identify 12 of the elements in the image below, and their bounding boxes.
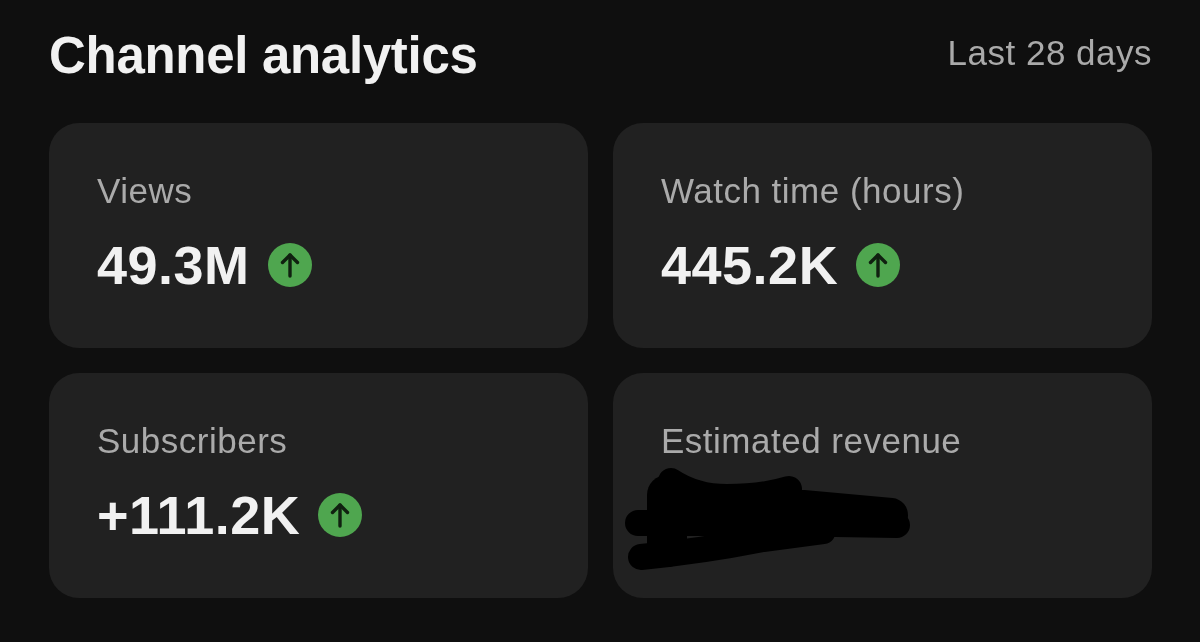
metric-label: Estimated revenue [661,420,962,463]
metric-value: 49.3M [97,233,250,297]
date-range-label: Last 28 days [947,31,1152,74]
metric-value: +111.2K [97,483,301,547]
arrow-up-icon [856,243,901,288]
metric-label: Watch time (hours) [661,170,965,213]
arrow-up-icon [318,493,363,538]
metric-label: Subscribers [97,420,288,463]
page-title: Channel analytics [49,26,478,86]
arrow-up-icon [267,243,312,288]
metric-label: Views [97,170,193,213]
metric-value: 445.2K [661,233,839,297]
